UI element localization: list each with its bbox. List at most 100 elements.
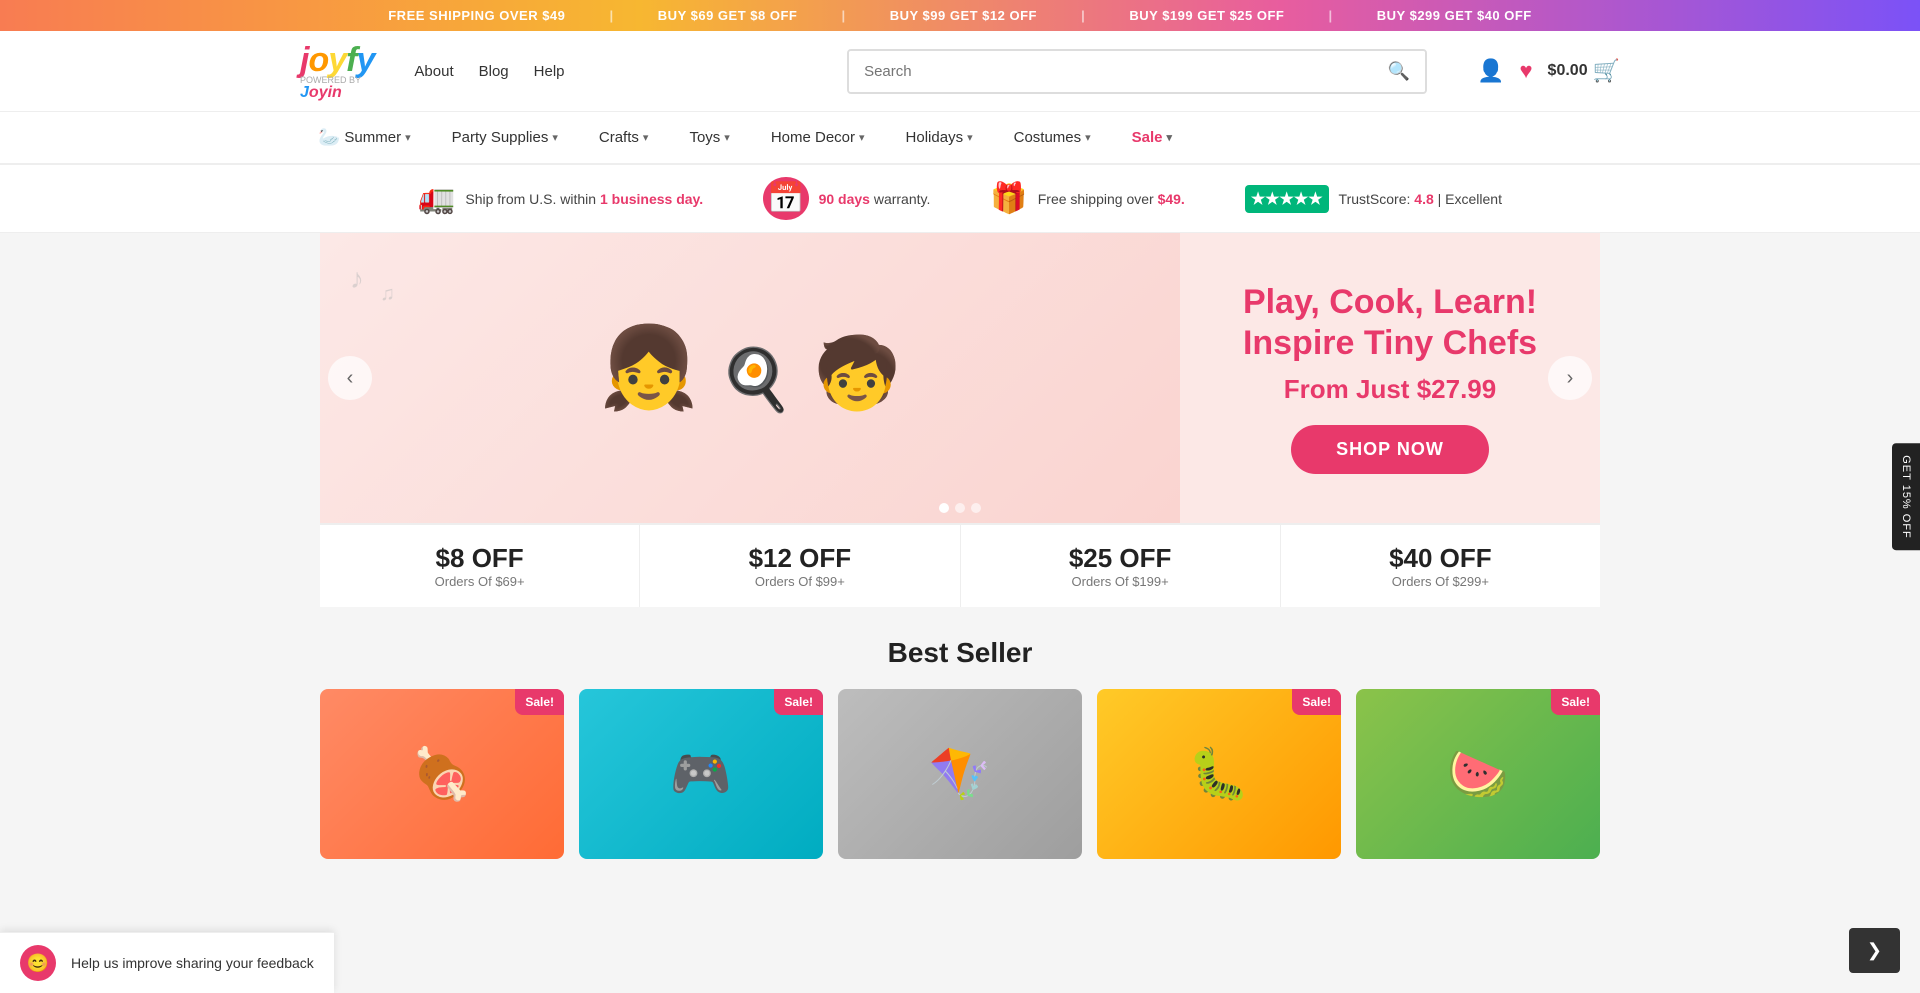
promo-amount-2: $12 OFF xyxy=(650,543,949,574)
promo-banner: FREE SHIPPING OVER $49 | BUY $69 GET $8 … xyxy=(0,0,1920,31)
promo-item-2: BUY $69 GET $8 OFF xyxy=(658,8,798,23)
search-input[interactable] xyxy=(849,51,1373,92)
cart-area[interactable]: $0.00 🛒 xyxy=(1548,58,1620,84)
gift-icon: 🎁 xyxy=(990,181,1027,216)
hero-text-area: Play, Cook, Learn! Inspire Tiny Chefs Fr… xyxy=(1180,233,1600,523)
nav-label-party: Party Supplies xyxy=(452,129,549,146)
search-button[interactable]: 🔍 xyxy=(1373,51,1425,92)
blog-link[interactable]: Blog xyxy=(479,63,509,80)
nav-item-crafts[interactable]: Crafts ▾ xyxy=(581,114,667,161)
promo-amount-4: $40 OFF xyxy=(1291,543,1590,574)
product-grid: Sale! 🍖 Sale! 🎮 🪁 Sale! 🐛 Sale! 🍉 xyxy=(320,689,1600,859)
promo-item-5: BUY $299 GET $40 OFF xyxy=(1377,8,1532,23)
nav-label-summer: Summer xyxy=(344,129,401,146)
promo-box-4: $40 OFF Orders Of $299+ xyxy=(1281,525,1600,607)
best-seller-title: Best Seller xyxy=(320,637,1600,669)
products-next-button[interactable]: ❯ xyxy=(1849,928,1900,973)
cart-price: $0.00 xyxy=(1548,62,1588,80)
product-card-2[interactable]: Sale! 🎮 xyxy=(579,689,823,859)
nav-item-home-decor[interactable]: Home Decor ▾ xyxy=(753,114,883,161)
sale-badge-5: Sale! xyxy=(1551,689,1600,715)
trust-shipping: 🚛 Ship from U.S. within 1 business day. xyxy=(418,181,703,216)
calendar-icon: 📅 xyxy=(763,177,808,220)
feedback-smiley-icon[interactable]: 😊 xyxy=(20,945,56,981)
header-icons: 👤 ♥ $0.00 🛒 xyxy=(1477,58,1620,84)
nav-label-holidays: Holidays xyxy=(906,129,964,146)
hero-image: 👧 🍳 🧒 ♪ ♫ xyxy=(320,233,1180,523)
hero-dot-2[interactable] xyxy=(955,503,965,513)
promo-desc-1: Orders Of $69+ xyxy=(330,574,629,589)
nav-item-holidays[interactable]: Holidays ▾ xyxy=(888,114,991,161)
product-card-3[interactable]: 🪁 xyxy=(838,689,1082,859)
nav-item-costumes[interactable]: Costumes ▾ xyxy=(996,114,1109,161)
music-note-icon: ♪ xyxy=(350,263,364,295)
hero-shop-now-button[interactable]: SHOP NOW xyxy=(1291,425,1489,474)
product-card-4[interactable]: Sale! 🐛 xyxy=(1097,689,1341,859)
nav-label-costumes: Costumes xyxy=(1014,129,1082,146)
feedback-bar: 😊 Help us improve sharing your feedback xyxy=(0,932,334,993)
help-link[interactable]: Help xyxy=(534,63,565,80)
promo-item-3: BUY $99 GET $12 OFF xyxy=(890,8,1037,23)
search-bar: 🔍 xyxy=(847,49,1427,94)
nav-label-toys: Toys xyxy=(689,129,720,146)
logo[interactable]: joyfy POWERED BY Joyin xyxy=(300,41,374,101)
account-icon[interactable]: 👤 xyxy=(1477,58,1504,84)
hero-dots xyxy=(939,503,981,513)
product-card-1[interactable]: Sale! 🍖 xyxy=(320,689,564,859)
hero-prev-button[interactable]: ‹ xyxy=(328,356,372,400)
feedback-text: Help us improve sharing your feedback xyxy=(71,955,314,971)
promo-desc-3: Orders Of $199+ xyxy=(971,574,1270,589)
trustpilot-icon: ★★★★★ xyxy=(1245,185,1329,213)
hero-slider: 👧 🍳 🧒 ♪ ♫ Play, Cook, Learn! Inspire Tin… xyxy=(320,233,1600,607)
nav-item-summer[interactable]: 🦢 Summer ▾ xyxy=(300,112,429,163)
product-image-3: 🪁 xyxy=(838,689,1082,859)
nav-label-crafts: Crafts xyxy=(599,129,639,146)
trust-free-shipping: 🎁 Free shipping over $49. xyxy=(990,181,1184,216)
hero-next-button[interactable]: › xyxy=(1548,356,1592,400)
about-link[interactable]: About xyxy=(414,63,453,80)
best-seller-section: Best Seller Sale! 🍖 Sale! 🎮 🪁 Sale! 🐛 Sa… xyxy=(320,607,1600,879)
promo-amount-1: $8 OFF xyxy=(330,543,629,574)
nav-bar: 🦢 Summer ▾ Party Supplies ▾ Crafts ▾ Toy… xyxy=(0,112,1920,165)
chevron-down-icon: ▾ xyxy=(967,131,973,144)
nav-item-party-supplies[interactable]: Party Supplies ▾ xyxy=(434,114,576,161)
chevron-down-icon: ▾ xyxy=(859,131,865,144)
chevron-down-icon: ▾ xyxy=(552,131,558,144)
summer-icon: 🦢 xyxy=(318,127,340,148)
promo-item-4: BUY $199 GET $25 OFF xyxy=(1129,8,1284,23)
chevron-down-icon: ▾ xyxy=(1085,131,1091,144)
promo-boxes: $8 OFF Orders Of $69+ $12 OFF Orders Of … xyxy=(320,523,1600,607)
nav-item-sale[interactable]: Sale ▾ xyxy=(1114,114,1190,161)
sale-badge-2: Sale! xyxy=(774,689,823,715)
hero-headline: Play, Cook, Learn! Inspire Tiny Chefs xyxy=(1243,282,1537,364)
promo-amount-3: $25 OFF xyxy=(971,543,1270,574)
sale-badge-1: Sale! xyxy=(515,689,564,715)
promo-box-3: $25 OFF Orders Of $199+ xyxy=(961,525,1281,607)
promo-box-2: $12 OFF Orders Of $99+ xyxy=(640,525,960,607)
cart-icon: 🛒 xyxy=(1593,58,1620,84)
promo-desc-4: Orders Of $299+ xyxy=(1291,574,1590,589)
truck-icon: 🚛 xyxy=(418,181,455,216)
trust-score: ★★★★★ TrustScore: 4.8 | Excellent xyxy=(1245,185,1502,213)
header-nav: About Blog Help xyxy=(414,63,564,80)
nav-item-toys[interactable]: Toys ▾ xyxy=(671,114,747,161)
wishlist-icon[interactable]: ♥ xyxy=(1519,58,1532,84)
promo-box-1: $8 OFF Orders Of $69+ xyxy=(320,525,640,607)
nav-label-sale: Sale xyxy=(1132,129,1163,146)
chevron-down-icon: ▾ xyxy=(643,131,649,144)
music-note-icon: ♫ xyxy=(380,283,395,306)
hero-dot-3[interactable] xyxy=(971,503,981,513)
trust-warranty: 📅 90 days warranty. xyxy=(763,177,930,220)
nav-label-home-decor: Home Decor xyxy=(771,129,855,146)
side-discount-tab[interactable]: GET 15% OFF xyxy=(1892,443,1920,551)
promo-desc-2: Orders Of $99+ xyxy=(650,574,949,589)
chevron-down-icon: ▾ xyxy=(1167,131,1173,144)
product-card-5[interactable]: Sale! 🍉 xyxy=(1356,689,1600,859)
hero-dot-1[interactable] xyxy=(939,503,949,513)
sale-badge-4: Sale! xyxy=(1292,689,1341,715)
chevron-down-icon: ▾ xyxy=(405,131,411,144)
promo-item-1: FREE SHIPPING OVER $49 xyxy=(388,8,565,23)
chevron-down-icon: ▾ xyxy=(724,131,730,144)
hero-subtext: From Just $27.99 xyxy=(1284,374,1496,405)
header: joyfy POWERED BY Joyin About Blog Help 🔍… xyxy=(0,31,1920,112)
